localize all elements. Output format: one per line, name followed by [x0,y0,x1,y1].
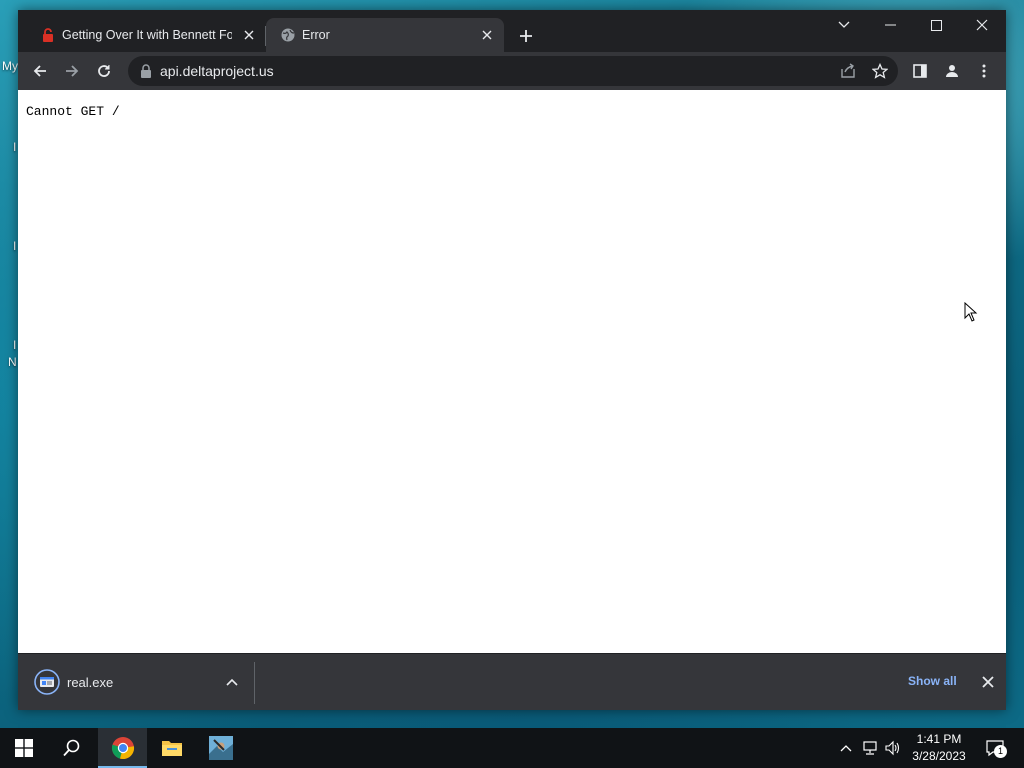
volume-icon[interactable] [883,738,903,758]
error-message: Cannot GET / [26,104,120,119]
taskbar: 1:41 PM 3/28/2023 1 [0,728,1024,768]
show-all-link[interactable]: Show all [908,674,957,688]
desktop-icon-label[interactable]: I [13,239,16,253]
mouse-cursor-icon [964,302,978,322]
desktop-icon-label[interactable]: I [13,140,16,154]
executable-file-icon [34,669,60,695]
lock-icon[interactable] [140,64,152,78]
red-lock-icon [40,27,56,43]
taskbar-clock[interactable]: 1:41 PM 3/28/2023 [904,731,974,765]
tab-error[interactable]: Error [266,18,504,52]
shelf-divider [254,662,255,704]
close-icon[interactable] [978,672,998,692]
tab-title: Getting Over It with Bennett Foddy [62,28,232,42]
forward-button[interactable] [58,57,86,85]
desktop-icon-label[interactable]: My [2,59,18,73]
star-icon[interactable] [870,61,890,81]
page-content: Cannot GET / [18,90,1006,653]
tab-title: Error [302,28,330,42]
reload-button[interactable] [90,57,118,85]
chevron-up-icon[interactable] [836,738,856,758]
profile-icon[interactable] [938,57,966,85]
download-item[interactable]: real.exe [26,660,252,704]
desktop-icon-label[interactable]: I [13,338,16,352]
browser-toolbar: api.deltaproject.us [18,52,1006,90]
file-explorer-icon[interactable] [148,728,196,768]
download-shelf: real.exe Show all [18,653,1006,710]
windows-start-icon[interactable] [0,728,48,768]
download-file-name: real.exe [67,675,114,690]
clock-time: 1:41 PM [916,732,962,746]
browser-window: Getting Over It with Bennett Foddy Error [18,10,1006,710]
game-app-icon[interactable] [197,728,245,768]
address-bar[interactable]: api.deltaproject.us [128,56,898,86]
more-menu-icon[interactable] [970,57,998,85]
notification-badge: 1 [994,745,1007,758]
side-panel-icon[interactable] [906,57,934,85]
close-icon[interactable] [240,26,258,44]
new-tab-button[interactable] [516,26,536,46]
close-window-button[interactable] [959,10,1005,40]
close-icon[interactable] [478,26,496,44]
chrome-icon[interactable] [98,728,147,768]
chevron-up-icon[interactable] [222,672,242,692]
back-button[interactable] [26,57,54,85]
maximize-button[interactable] [913,10,959,40]
tab-search-button[interactable] [821,10,867,40]
search-icon[interactable] [48,728,96,768]
desktop-icon-label[interactable]: N [8,355,17,369]
network-icon[interactable] [860,738,880,758]
url-text[interactable]: api.deltaproject.us [160,63,274,79]
minimize-button[interactable] [867,10,913,40]
notification-center-icon[interactable]: 1 [982,737,1008,759]
share-icon[interactable] [838,61,858,81]
globe-icon [280,27,296,43]
tab-getting-over-it[interactable]: Getting Over It with Bennett Foddy [26,18,266,52]
tab-strip: Getting Over It with Bennett Foddy Error [18,10,1006,52]
clock-date: 3/28/2023 [912,749,966,763]
